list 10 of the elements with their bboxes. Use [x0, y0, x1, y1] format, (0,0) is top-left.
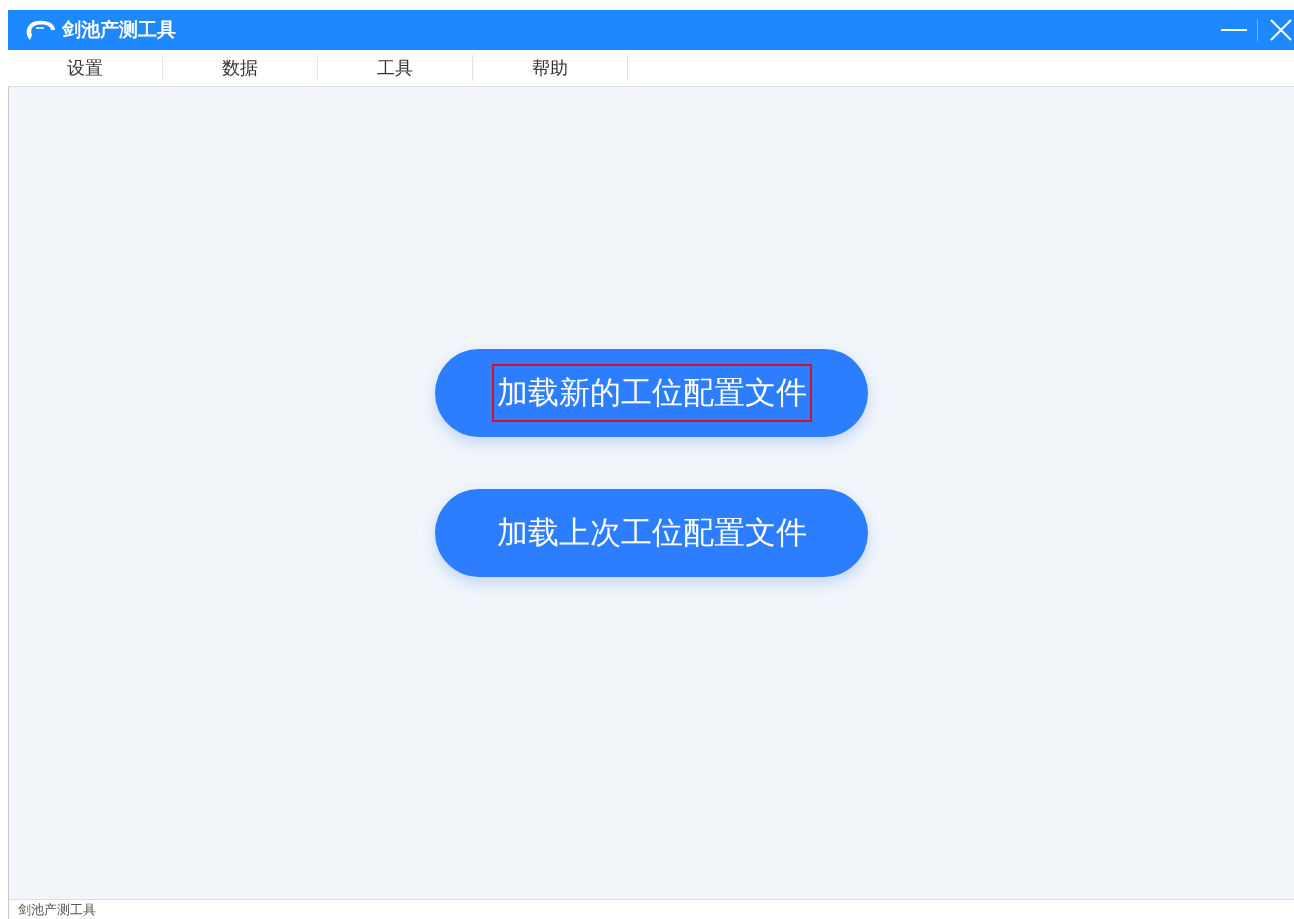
window-title: 剑池产测工具 [62, 17, 177, 42]
status-text: 剑池产测工具 [18, 900, 96, 919]
logo-icon [24, 18, 56, 42]
close-icon[interactable] [1268, 17, 1294, 43]
load-config-button[interactable]: 加载新的工位配置文件 [435, 349, 868, 437]
menu-item[interactable]: 数据 [163, 55, 318, 81]
menu-item[interactable]: 设置 [8, 55, 163, 81]
menu-item[interactable]: 工具 [318, 55, 473, 81]
load-config-button[interactable]: 加载上次工位配置文件 [435, 489, 868, 577]
menu-item[interactable]: 帮助 [473, 55, 628, 81]
